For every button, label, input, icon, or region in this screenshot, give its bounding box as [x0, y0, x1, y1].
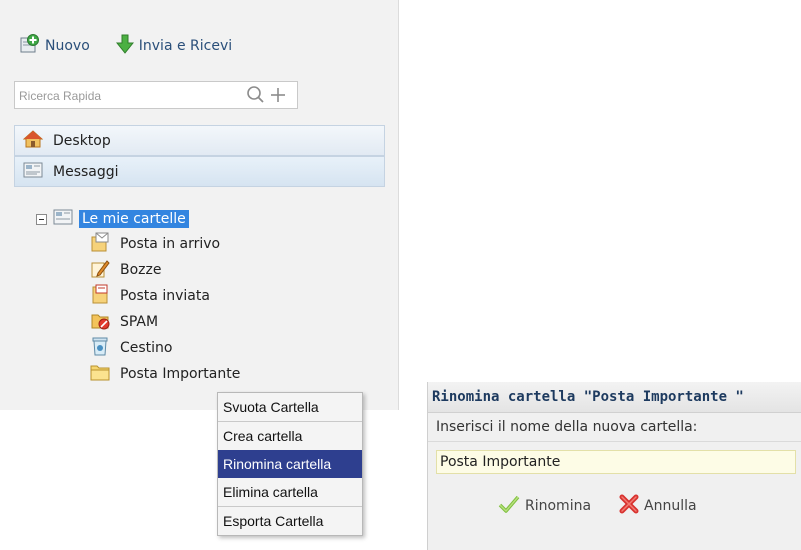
new-message-icon	[20, 34, 40, 58]
menu-item-rename-folder[interactable]: Rinomina cartella	[218, 450, 362, 478]
folder-drafts[interactable]: Bozze	[90, 257, 240, 283]
menu-item-create-folder[interactable]: Crea cartella	[218, 422, 362, 450]
close-icon	[619, 494, 639, 518]
messages-icon	[23, 162, 43, 182]
folder-label: SPAM	[120, 314, 159, 330]
sent-icon	[90, 284, 110, 308]
folder-sent[interactable]: Posta inviata	[90, 283, 240, 309]
folder-inbox[interactable]: Posta in arrivo	[90, 231, 240, 257]
folder-panel: Nuovo Invia e Ricevi Ricerca Rapida Desk…	[0, 0, 399, 410]
folder-trash[interactable]: Cestino	[90, 335, 240, 361]
nav-messages[interactable]: Messaggi	[14, 156, 385, 187]
send-receive-button[interactable]: Invia e Ricevi	[115, 34, 233, 58]
folder-label: Bozze	[120, 262, 162, 278]
folder-label: Posta Importante	[120, 366, 241, 382]
folder-tree: Le mie cartelle Posta in arrivo Bozze Po…	[36, 207, 240, 387]
search-icon[interactable]	[246, 85, 266, 109]
cancel-button[interactable]: Annulla	[619, 494, 697, 518]
send-receive-label: Invia e Ricevi	[138, 38, 233, 54]
add-icon[interactable]	[269, 86, 287, 108]
rename-button-label: Rinomina	[525, 498, 592, 514]
collapse-icon[interactable]	[36, 213, 47, 225]
folder-spam[interactable]: SPAM	[90, 309, 240, 335]
inbox-icon	[90, 232, 110, 256]
rename-button[interactable]: Rinomina	[498, 494, 591, 518]
home-icon	[22, 129, 44, 152]
trash-icon	[90, 336, 110, 360]
dialog-title: Rinomina cartella "Posta Importante "	[428, 382, 801, 413]
rename-dialog: Rinomina cartella "Posta Importante " In…	[427, 382, 801, 550]
menu-item-empty-folder[interactable]: Svuota Cartella	[218, 393, 362, 422]
checkmark-icon	[498, 495, 520, 517]
nav-desktop-label: Desktop	[53, 132, 111, 149]
folder-label: Posta in arrivo	[120, 236, 221, 252]
down-arrow-icon	[115, 34, 134, 58]
context-menu: Svuota Cartella Crea cartella Rinomina c…	[217, 392, 363, 536]
new-button-label: Nuovo	[45, 38, 90, 54]
spam-icon	[90, 310, 110, 334]
menu-item-delete-folder[interactable]: Elimina cartella	[218, 478, 362, 507]
drafts-icon	[90, 258, 110, 282]
quick-search	[14, 81, 298, 109]
dialog-prompt: Inserisci il nome della nuova cartella:	[428, 413, 801, 442]
toolbar: Nuovo Invia e Ricevi	[20, 32, 232, 60]
folder-label: Cestino	[120, 340, 173, 356]
folder-icon	[90, 363, 110, 385]
menu-item-export-folder[interactable]: Esporta Cartella	[218, 507, 362, 535]
nav-desktop[interactable]: Desktop	[14, 125, 385, 156]
tree-root-label: Le mie cartelle	[79, 210, 189, 228]
folder-important[interactable]: Posta Importante	[90, 361, 240, 387]
new-button[interactable]: Nuovo	[20, 34, 90, 58]
folders-icon	[53, 209, 73, 229]
folder-label: Posta inviata	[120, 288, 210, 304]
search-input[interactable]	[17, 86, 231, 106]
tree-root[interactable]: Le mie cartelle	[36, 207, 240, 231]
nav-messages-label: Messaggi	[53, 163, 119, 180]
cancel-button-label: Annulla	[644, 498, 697, 514]
folder-name-input[interactable]	[436, 450, 796, 474]
